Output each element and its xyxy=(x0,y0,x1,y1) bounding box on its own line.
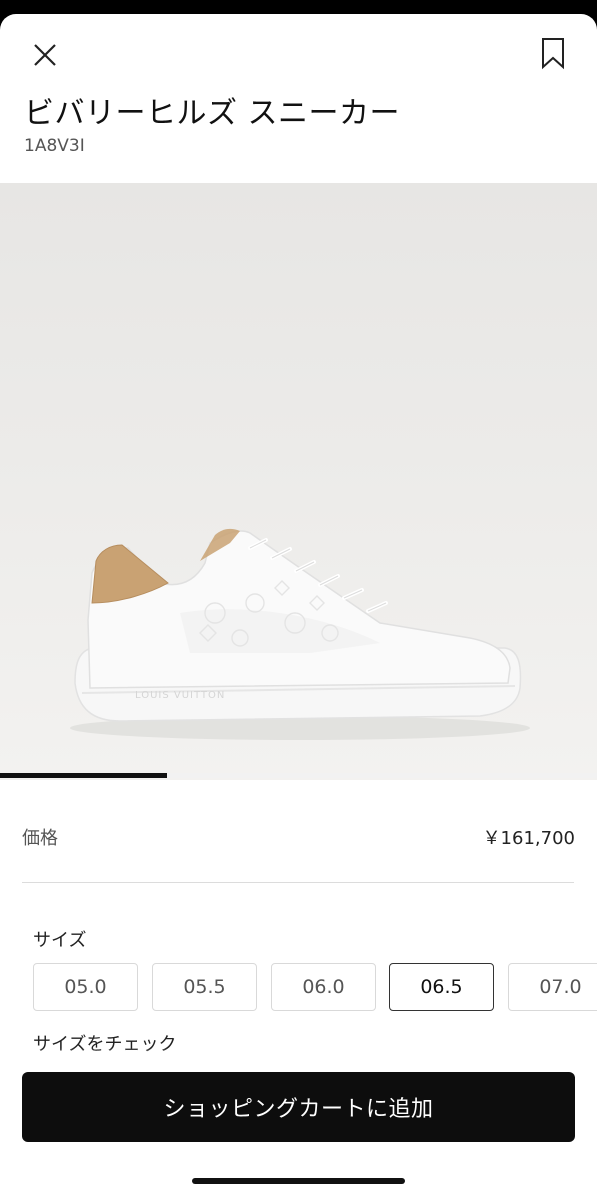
sneaker-image: LOUIS VUITTON xyxy=(70,528,530,740)
bookmark-button[interactable] xyxy=(538,36,568,70)
price-label: 価格 xyxy=(22,828,58,849)
size-option-06-0[interactable]: 06.0 xyxy=(271,963,376,1011)
carousel-progress xyxy=(0,773,597,778)
home-indicator xyxy=(192,1178,405,1184)
size-heading: サイズ xyxy=(33,930,87,951)
close-icon xyxy=(34,44,56,66)
divider xyxy=(22,882,574,883)
size-option-07-0[interactable]: 07.0 xyxy=(508,963,597,1011)
product-title: ビバリーヒルズ スニーカー xyxy=(24,96,401,131)
size-option-05-5[interactable]: 05.5 xyxy=(152,963,257,1011)
size-option-05-0[interactable]: 05.0 xyxy=(33,963,138,1011)
price-value: ￥161,700 xyxy=(482,828,575,849)
product-image-carousel[interactable]: LOUIS VUITTON xyxy=(0,183,597,780)
product-sku: 1A8V3I xyxy=(24,136,85,156)
product-sheet: ビバリーヒルズ スニーカー 1A8V3I LOUIS VUITTON 価格 ￥1… xyxy=(0,14,597,1200)
carousel-progress-fill xyxy=(0,773,168,778)
bookmark-icon xyxy=(542,38,564,70)
size-selector: 05.0 05.5 06.0 06.5 07.0 xyxy=(33,963,597,1015)
size-option-06-5[interactable]: 06.5 xyxy=(389,963,494,1011)
close-button[interactable] xyxy=(28,38,62,72)
add-to-cart-button[interactable]: ショッピングカートに追加 xyxy=(22,1072,575,1142)
svg-text:LOUIS VUITTON: LOUIS VUITTON xyxy=(135,690,225,701)
